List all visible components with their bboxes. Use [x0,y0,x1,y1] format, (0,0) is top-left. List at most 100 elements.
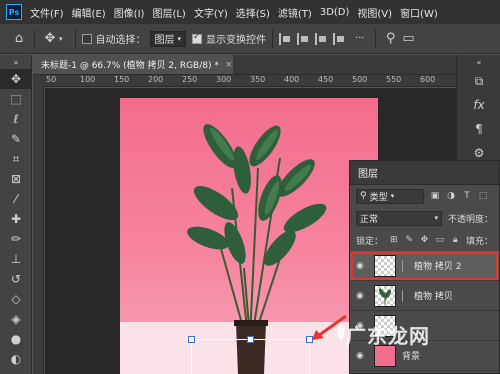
move-tool-icon[interactable]: ✥ [0,69,32,89]
auto-select-label: 自动选择： [95,35,146,46]
menu-type[interactable]: 文字(Y) [194,5,228,20]
transform-handle[interactable] [188,336,195,343]
menu-edit[interactable]: 编辑(E) [72,5,106,20]
lock-label: 锁定： [356,236,384,247]
align-left-icon[interactable] [279,32,291,45]
blend-row: 正常 ▾ 不透明度： [350,207,499,229]
fx-icon[interactable]: fx [457,93,500,117]
history-brush-tool-icon[interactable]: ↺ [0,269,32,289]
divider [272,29,274,48]
more-options-icon[interactable]: ··· [355,33,365,44]
dodge-tool-icon[interactable]: ◐ [0,349,32,369]
lock-image-icon[interactable]: ✎ [404,235,413,245]
visibility-eye-icon[interactable]: ◉ [356,261,368,271]
healing-brush-tool-icon[interactable]: ✚ [0,209,32,229]
auto-select-checkbox[interactable] [81,33,92,44]
home-icon[interactable]: ⌂ [10,30,28,48]
tools-panel: » ✥ ⬚ ℓ ✎ ⌗ ⊠ ⁄ ✚ ✏ ⊥ ↺ ◇ ◈ ● ◐ [0,55,32,374]
show-transform-checkbox[interactable] [192,32,203,44]
dock-collapse-icon[interactable]: « [457,55,500,69]
marquee-tool-icon[interactable]: ⬚ [0,89,32,109]
document-title: 未标题-1 @ 66.7% (植物 拷贝 2, RGB/8) * [41,61,219,71]
divider [74,29,76,48]
adjustment-filter-icon[interactable]: ◑ [446,191,456,201]
search-icon[interactable]: ⚲ [382,30,400,48]
ruler-tick-label: 250 [182,75,198,84]
horizontal-ruler[interactable]: 50 100 150 200 250 300 350 400 450 500 5… [44,75,456,87]
lock-all-icon[interactable]: 🔒︎ [451,235,460,245]
divider [374,29,376,48]
ruler-tick-label: 400 [284,75,300,84]
layer-name[interactable]: 植物 拷贝 2 [414,259,461,272]
preset-chevron-icon[interactable]: ▾ [59,35,63,43]
lock-transparent-icon[interactable]: ⊞ [389,235,398,245]
shape-filter-icon[interactable]: ⬚ [478,191,488,201]
chevron-down-icon: ▾ [177,34,182,43]
ruler-tick-label: 100 [80,75,96,84]
align-right-icon[interactable] [315,32,327,45]
type-filter-icon[interactable]: T [462,191,472,201]
lasso-tool-icon[interactable]: ℓ [0,109,32,129]
blend-mode-dropdown[interactable]: 正常 ▾ [356,210,442,226]
transform-bounding-box[interactable] [188,336,313,374]
layers-panel-title: 图层 [358,169,378,180]
auto-select-dropdown[interactable]: 图层 ▾ [149,30,187,47]
history-icon[interactable]: ⧉ [457,69,500,93]
photoshop-logo-icon[interactable]: Ps [6,4,22,20]
align-center-icon[interactable] [297,32,309,45]
move-tool-preset-icon[interactable]: ✥ [41,30,59,48]
brush-tool-icon[interactable]: ✏ [0,229,32,249]
menu-filter[interactable]: 滤镜(T) [278,5,312,20]
eraser-tool-icon[interactable]: ◇ [0,289,32,309]
layer-filter-row: ⚲ 类型 ▾ ▣ ◑ T ⬚ [350,185,499,207]
frame-tool-icon[interactable]: ⊠ [0,169,32,189]
ruler-tick-label: 550 [386,75,402,84]
menu-layer[interactable]: 图层(L) [152,5,185,20]
menu-window[interactable]: 窗口(W) [400,5,438,20]
transform-handle[interactable] [247,336,254,343]
vertical-ruler[interactable] [33,87,44,374]
document-tab[interactable]: 未标题-1 @ 66.7% (植物 拷贝 2, RGB/8) * × [33,55,233,75]
ruler-tick-label: 350 [250,75,266,84]
blend-mode-value: 正常 [360,214,379,225]
quick-select-tool-icon[interactable]: ✎ [0,129,32,149]
layer-name[interactable]: 植物 拷贝 [414,289,453,302]
pixel-filter-icon[interactable]: ▣ [430,191,440,201]
layer-row[interactable]: ◉ 植物 拷贝 [350,281,499,311]
lock-row: 锁定： ⊞ ✎ ✥ ▭ 🔒︎ 填充： [350,229,499,251]
menu-file[interactable]: 文件(F) [30,5,64,20]
paint-bucket-tool-icon[interactable]: ◈ [0,309,32,329]
clone-stamp-tool-icon[interactable]: ⊥ [0,249,32,269]
visibility-eye-icon[interactable]: ◉ [356,291,368,301]
tab-bar-empty [233,55,456,75]
lock-position-icon[interactable]: ✥ [420,235,429,245]
auto-select-value: 图层 [154,35,175,46]
visibility-eye-icon[interactable]: ◉ [356,351,368,361]
crop-tool-icon[interactable]: ⌗ [0,149,32,169]
close-icon[interactable]: × [225,60,233,70]
layer-row[interactable]: ◉ 植物 拷贝 2 [350,251,499,281]
opacity-label: 不透明度： [447,214,493,225]
layers-panel-header[interactable]: 图层 [350,161,499,185]
workspace-icon[interactable]: ▭ [400,30,418,48]
ruler-tick-label: 200 [148,75,164,84]
align-top-icon[interactable] [333,32,345,45]
eyedropper-tool-icon[interactable]: ⁄ [0,189,32,209]
paragraph-icon[interactable]: ¶ [457,117,500,141]
menu-select[interactable]: 选择(S) [236,5,270,20]
chevron-down-icon: ▾ [390,192,395,200]
lock-artboard-icon[interactable]: ▭ [435,235,445,245]
menu-image[interactable]: 图像(I) [114,5,145,20]
panel-collapse-icon[interactable]: » [0,55,32,69]
ruler-corner [33,75,44,87]
ruler-tick-label: 500 [352,75,368,84]
blur-tool-icon[interactable]: ● [0,329,32,349]
ruler-tick-label: 50 [46,75,57,84]
plant-thumbnail-icon [378,288,392,304]
layer-filter-dropdown[interactable]: ⚲ 类型 ▾ [356,188,424,204]
menu-view[interactable]: 视图(V) [357,5,392,20]
watermark-text: 广东龙网 [346,324,430,348]
layer-name[interactable]: 背景 [402,349,420,362]
ruler-tick-label: 300 [216,75,232,84]
menu-3d[interactable]: 3D(D) [320,7,350,18]
